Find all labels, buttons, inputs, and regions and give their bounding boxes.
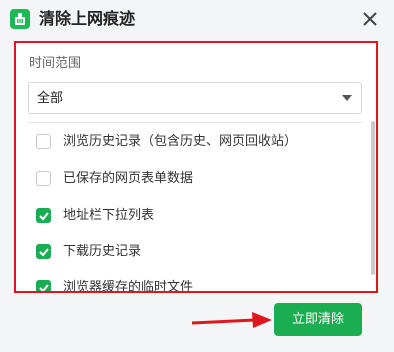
option-form-data[interactable]: 已保存的网页表单数据 [36, 168, 356, 190]
checkmark-icon [39, 212, 49, 221]
scrollbar-thumb[interactable] [371, 121, 375, 275]
option-label: 已保存的网页表单数据 [63, 171, 194, 186]
time-range-value: 全部 [37, 91, 64, 106]
option-label: 地址栏下拉列表 [63, 208, 155, 223]
divider [28, 122, 362, 123]
option-address-bar-list[interactable]: 地址栏下拉列表 [36, 205, 356, 227]
time-range-label: 时间范围 [29, 56, 82, 71]
app-logo-icon [10, 9, 30, 29]
clear-options-panel: 时间范围 全部 浏览历史记录（包含历史、网页回收站） 已保存的网页表单数据 地址… [14, 41, 378, 293]
red-arrow-icon [191, 312, 272, 328]
checkbox-unchecked[interactable] [36, 171, 51, 186]
window-title: 清除上网痕迹 [39, 9, 136, 28]
checkbox-checked[interactable] [36, 244, 51, 259]
title-bar: 清除上网痕迹 [0, 0, 394, 38]
chevron-down-icon [342, 95, 352, 101]
time-range-select[interactable]: 全部 [28, 82, 362, 114]
checkmark-icon [39, 248, 49, 257]
clear-now-button[interactable]: 立即清除 [274, 303, 362, 336]
option-download-history[interactable]: 下载历史记录 [36, 241, 356, 263]
checkbox-checked[interactable] [36, 280, 51, 291]
checkbox-unchecked[interactable] [36, 134, 51, 149]
option-browsing-history[interactable]: 浏览历史记录（包含历史、网页回收站） [36, 131, 356, 153]
checkmark-icon [39, 284, 49, 291]
option-label: 下载历史记录 [63, 244, 142, 259]
option-temp-cache-files[interactable]: 浏览器缓存的临时文件 [36, 277, 356, 293]
option-label: 浏览器缓存的临时文件 [63, 280, 194, 293]
scrollbar[interactable] [371, 121, 376, 291]
checkbox-checked[interactable] [36, 208, 51, 223]
option-label: 浏览历史记录（包含历史、网页回收站） [63, 134, 298, 149]
close-icon [363, 12, 377, 26]
close-button[interactable] [358, 7, 382, 31]
